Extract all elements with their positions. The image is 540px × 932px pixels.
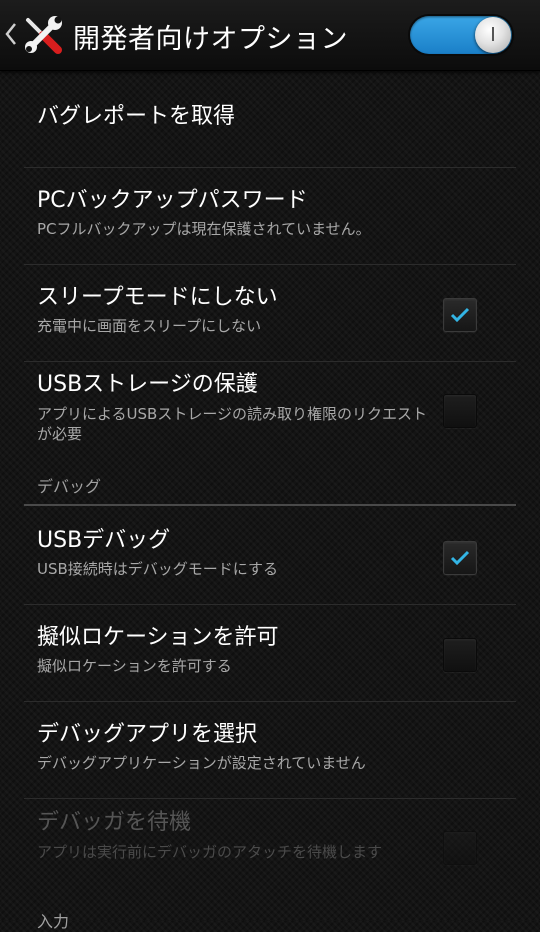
pref-title: バグレポートを取得 <box>37 104 236 129</box>
divider <box>24 264 516 265</box>
pref-protect-usb-storage[interactable]: USBストレージの保護 アプリによるUSBストレージの読み取り権限のリクエストが… <box>37 372 430 444</box>
pref-take-bug-report[interactable]: バグレポートを取得 <box>37 104 516 130</box>
pref-title: デバッグアプリを選択 <box>37 722 258 747</box>
pref-title: デバッガを待機 <box>37 810 192 835</box>
pref-summary: PCフルバックアップは現在保護されていません。 <box>37 220 371 238</box>
category-divider <box>24 504 516 506</box>
pref-select-debug-app[interactable]: デバッグアプリを選択 デバッグアプリケーションが設定されていません <box>37 722 516 773</box>
divider <box>24 167 516 168</box>
pref-summary: デバッグアプリケーションが設定されていません <box>37 754 366 772</box>
pref-wait-for-debugger: デバッガを待機 アプリは実行前にデバッガのアタッチを待機します <box>37 810 420 862</box>
page-title: 開発者向けオプション <box>73 24 348 55</box>
pref-title: USBストレージの保護 <box>37 372 258 397</box>
checkmark-icon <box>450 307 470 323</box>
action-bar: 開発者向けオプション <box>0 0 540 71</box>
divider <box>24 361 516 362</box>
developer-tools-icon[interactable] <box>22 14 64 56</box>
pref-title: PCバックアップパスワード <box>37 188 308 213</box>
protect-usb-storage-checkbox[interactable] <box>443 394 477 428</box>
category-header-input: 入力 <box>37 912 70 931</box>
back-chevron-icon[interactable] <box>4 14 18 54</box>
stay-awake-checkbox[interactable] <box>443 298 477 332</box>
wait-for-debugger-checkbox <box>443 831 477 865</box>
usb-debugging-checkbox[interactable] <box>443 541 477 575</box>
developer-options-master-switch[interactable] <box>410 16 512 54</box>
category-header-debug: デバッグ <box>37 477 102 496</box>
pref-summary: アプリは実行前にデバッガのアタッチを待機します <box>37 843 383 861</box>
divider <box>24 701 516 702</box>
divider <box>24 604 516 605</box>
checkmark-icon <box>450 550 470 566</box>
allow-mock-locations-checkbox[interactable] <box>443 638 477 672</box>
pref-pc-backup-password[interactable]: PCバックアップパスワード PCフルバックアップは現在保護されていません。 <box>37 188 516 239</box>
pref-summary: アプリによるUSBストレージの読み取り権限のリクエストが必要 <box>37 405 428 443</box>
divider <box>24 798 516 799</box>
switch-knob[interactable] <box>475 17 511 53</box>
